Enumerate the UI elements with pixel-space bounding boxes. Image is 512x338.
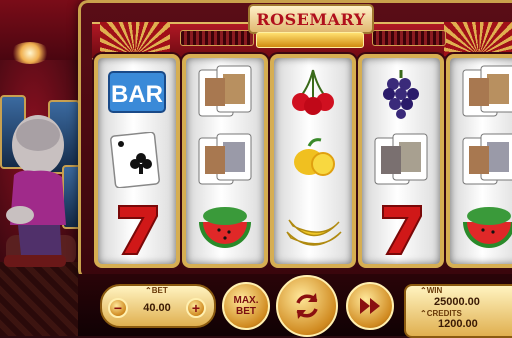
spin-arrows-icon [296, 293, 318, 319]
reel-symbol [186, 128, 264, 196]
grapes-icon [383, 70, 419, 119]
face-card-icon [374, 133, 428, 185]
bar-symbol: BAR [108, 71, 166, 113]
reel-symbol: BAR [98, 60, 176, 128]
win-label: ⌃WIN [420, 286, 443, 295]
watermelon-icon [199, 207, 251, 248]
max-bet-label-line2: BET [236, 306, 256, 317]
face-card-icon [198, 133, 252, 185]
speaker-grill [372, 30, 446, 46]
reel-2 [182, 54, 268, 268]
chevron-up-icon: ⌃ [145, 286, 152, 295]
cherries-icon [292, 69, 334, 115]
game-title: ROSEMARY [248, 4, 374, 34]
face-card-icon [198, 65, 252, 117]
decorative-fan [100, 22, 170, 56]
credits-label: ⌃CREDITS [420, 309, 462, 318]
watermelon-icon [463, 207, 512, 248]
decorative-fan [444, 22, 512, 56]
reel-symbol [362, 196, 440, 264]
face-card-icon [462, 65, 512, 117]
reel-4 [358, 54, 444, 268]
reel-1: BAR [94, 54, 180, 268]
title-light-bar [256, 32, 364, 48]
banana-icon [286, 219, 342, 246]
fast-forward-icon [360, 298, 380, 314]
reel-symbol [362, 128, 440, 196]
reel-symbol [274, 196, 352, 264]
max-bet-label-line1: MAX. [233, 295, 259, 306]
reel-symbol [98, 128, 176, 196]
reel-3 [270, 54, 356, 268]
seven-icon [118, 205, 158, 255]
lemon-icon [294, 138, 335, 176]
spin-button[interactable] [276, 275, 338, 337]
ace-of-clubs-card-icon [110, 132, 160, 188]
bet-label: ⌃BET [145, 286, 168, 295]
reel-symbol [450, 128, 512, 196]
reel-symbol [450, 196, 512, 264]
face-card-icon [462, 133, 512, 185]
chandelier-light [10, 42, 50, 64]
decrease-bet-button[interactable]: − [108, 298, 128, 318]
reel-symbol [274, 128, 352, 196]
reel-symbol [186, 196, 264, 264]
max-bet-button[interactable]: MAX. BET [222, 282, 270, 330]
reel-symbol [274, 60, 352, 128]
reel-symbol [186, 60, 264, 128]
reel-symbol [98, 196, 176, 264]
speaker-grill [180, 30, 254, 46]
bar-symbol-text: BAR [111, 81, 163, 108]
reel-symbol [362, 60, 440, 128]
increase-bet-button[interactable]: + [186, 298, 206, 318]
chevron-up-icon: ⌃ [420, 286, 427, 295]
reel-symbol [450, 60, 512, 128]
fast-forward-button[interactable] [346, 282, 394, 330]
seven-icon [382, 205, 422, 255]
chevron-up-icon: ⌃ [420, 309, 427, 318]
win-value: 25000.00 [434, 296, 480, 308]
credits-value: 1200.00 [438, 318, 478, 330]
reel-5 [446, 54, 512, 268]
character-rosemary [4, 115, 66, 267]
bet-value: 40.00 [143, 302, 171, 314]
